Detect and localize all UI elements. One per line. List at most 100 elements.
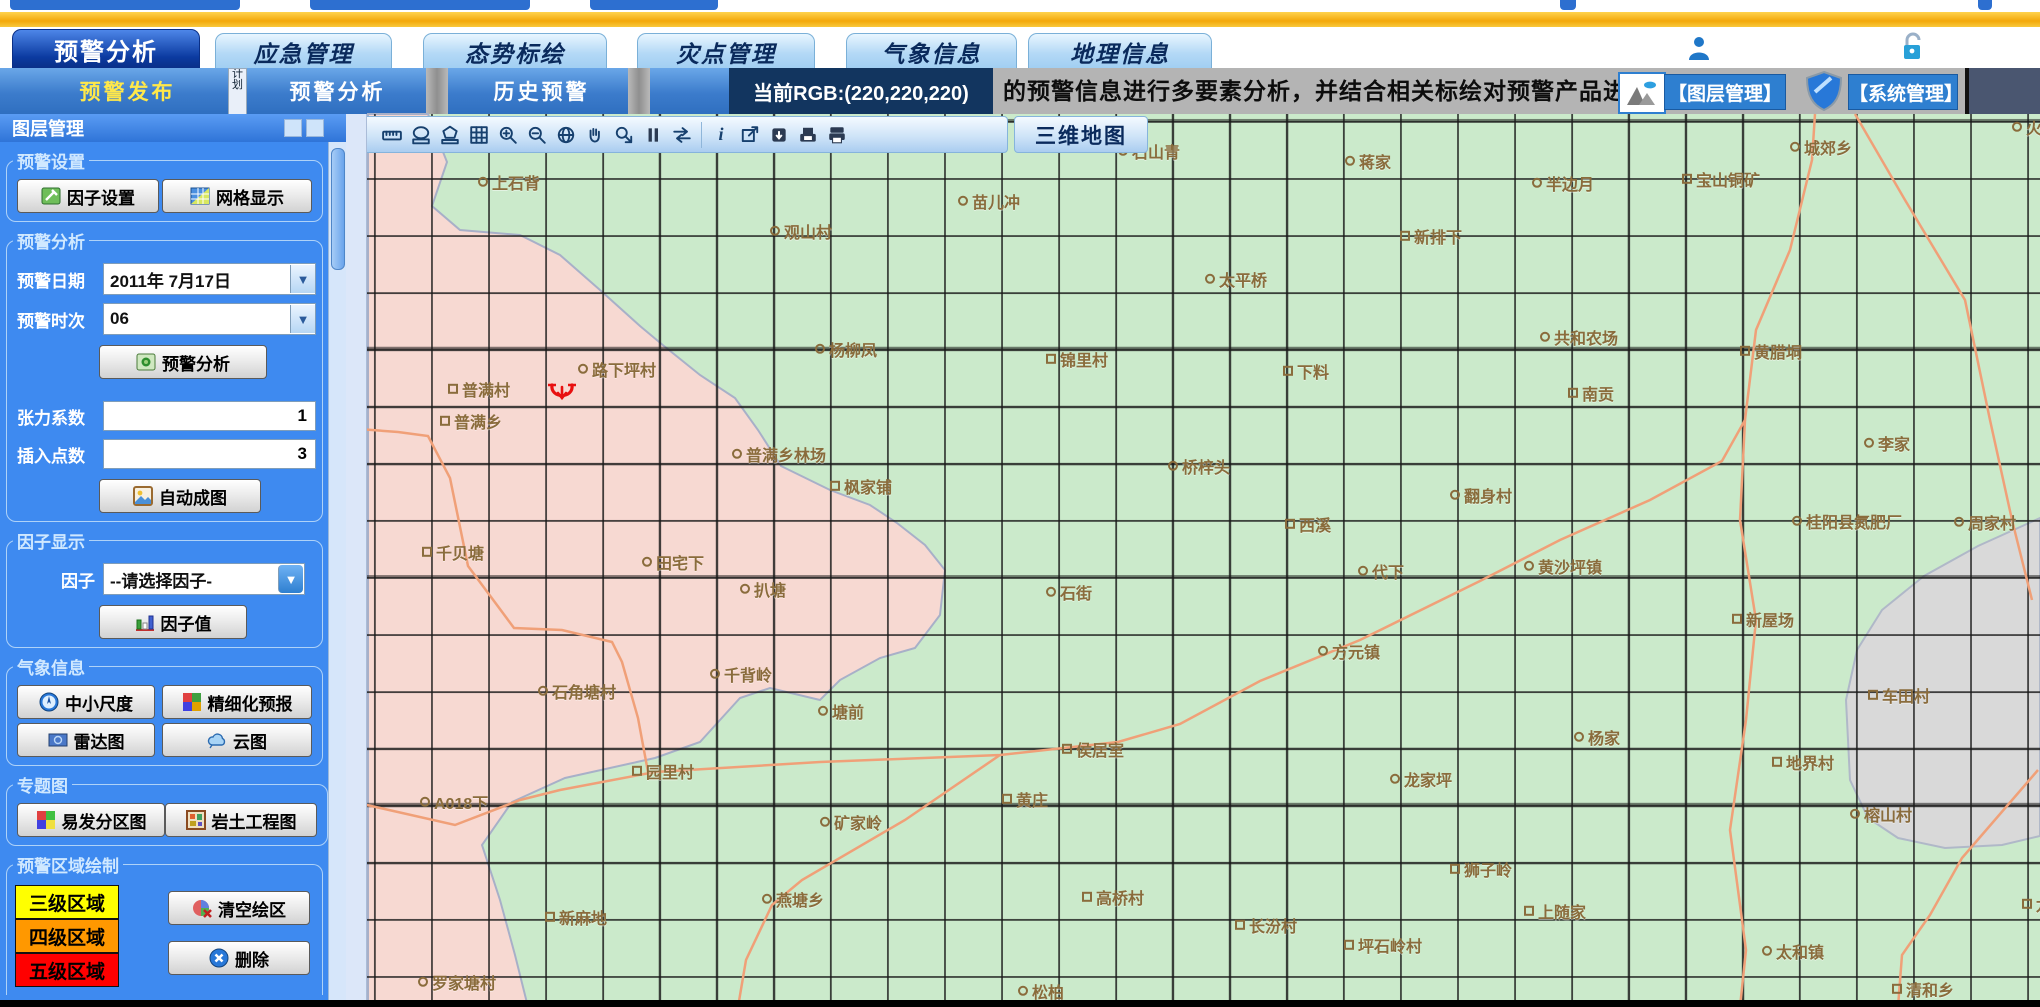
tab-geographic-info[interactable]: 地理信息	[1028, 33, 1212, 69]
subtab-history-warning[interactable]: 历史预警	[455, 68, 628, 114]
group-warning-analysis: 预警分析 预警日期 2011年 7月17日 ▼ 预警时次 06 ▼	[6, 228, 323, 522]
group-legend: 气象信息	[13, 654, 89, 679]
level5-region-swatch[interactable]: 五级区域	[15, 953, 119, 987]
zoom-selection-icon[interactable]	[611, 121, 637, 149]
measure-polygon-icon[interactable]	[437, 121, 463, 149]
refresh-swap-icon[interactable]	[669, 121, 695, 149]
current-rgb-readout: 当前RGB:(220,220,220)	[729, 68, 993, 114]
panel-button[interactable]	[284, 119, 302, 137]
tab-disaster-point-management[interactable]: 灾点管理	[637, 33, 815, 69]
fine-forecast-button[interactable]: 精细化预报	[162, 685, 312, 719]
pan-hand-icon[interactable]	[582, 121, 608, 149]
auto-plot-button[interactable]: 自动成图	[99, 479, 261, 513]
subtab-separator	[628, 68, 650, 114]
sidebar-title-bar: 图层管理	[0, 114, 346, 142]
panel-button[interactable]	[306, 119, 324, 137]
sidebar-scrollbar[interactable]	[328, 142, 346, 1002]
group-warning-region-draw: 预警区域绘制 三级区域 四级区域 五级区域 清空绘区	[6, 852, 323, 995]
landslide-warning-symbol	[547, 380, 577, 411]
warning-time-label: 预警时次	[17, 307, 103, 332]
compass-icon	[39, 692, 59, 712]
grid-display-icon	[190, 186, 210, 206]
layer-manager-icon[interactable]	[1618, 72, 1666, 114]
tab-warning-analysis[interactable]: 预警分析	[12, 29, 200, 69]
user-icon	[1684, 33, 1714, 63]
zoom-out-icon[interactable]	[524, 121, 550, 149]
radar-map-button[interactable]: 雷达图	[17, 723, 155, 757]
geotech-map-button[interactable]: 岩土工程图	[165, 803, 317, 837]
bar-chart-icon	[135, 612, 155, 632]
tension-coefficient-input[interactable]: 1	[103, 401, 316, 431]
system-shield-icon[interactable]	[1801, 69, 1847, 113]
grid-display-button[interactable]: 网格显示	[162, 179, 312, 213]
tab-situation-plotting[interactable]: 态势标绘	[423, 33, 607, 69]
map-3d-button[interactable]: 三维地图	[1014, 116, 1148, 153]
subtab-warning-publish[interactable]: 预警发布	[30, 68, 225, 114]
bottom-edge-bar	[0, 1000, 2040, 1007]
full-extent-globe-icon[interactable]	[553, 121, 579, 149]
geotech-map-icon	[186, 810, 206, 830]
window-top-fragment	[1560, 0, 1576, 10]
insert-points-input[interactable]: 3	[103, 439, 316, 469]
chevron-down-icon[interactable]: ▼	[290, 305, 315, 333]
tension-coefficient-label: 张力系数	[17, 404, 103, 429]
collapsed-panel-fragment[interactable]: 计划	[228, 68, 247, 116]
factor-settings-button[interactable]: 因子设置	[17, 179, 159, 213]
scrollbar-thumb[interactable]	[331, 148, 345, 270]
export-icon[interactable]	[737, 121, 763, 149]
system-manager-button[interactable]: 【系统管理】	[1848, 74, 1958, 110]
ticker-strip: 的预警信息进行多要素分析，并结合相关标绘对预警产品进行编 【图层管理】 【系统管…	[993, 68, 1965, 114]
radar-icon	[48, 730, 68, 750]
tab-meteorological-info[interactable]: 气象信息	[846, 33, 1017, 69]
group-weather-info: 气象信息 中小尺度 精细化预报 雷达图	[6, 654, 323, 766]
group-factor-display: 因子显示 因子 --请选择因子- ▼ 因子值	[6, 528, 323, 648]
map-toolbar: i	[358, 116, 1008, 153]
chevron-down-icon[interactable]: ▼	[278, 565, 303, 593]
save-image-icon[interactable]	[795, 121, 821, 149]
grid-icon[interactable]	[466, 121, 492, 149]
chevron-down-icon[interactable]: ▼	[290, 265, 315, 293]
download-icon[interactable]	[766, 121, 792, 149]
identify-info-icon[interactable]: i	[708, 121, 734, 149]
window-top-fragment	[1978, 0, 1992, 10]
run-warning-analysis-button[interactable]: 预警分析	[99, 345, 267, 379]
panel-splitter-strip[interactable]	[346, 114, 367, 1007]
unlock-icon	[1896, 31, 1930, 63]
level4-region-swatch[interactable]: 四级区域	[15, 919, 119, 953]
susceptibility-zoning-button[interactable]: 易发分区图	[17, 803, 165, 837]
pause-icon[interactable]	[640, 121, 666, 149]
measure-distance-icon[interactable]	[379, 121, 405, 149]
cloud-icon	[207, 730, 227, 750]
print-icon[interactable]	[824, 121, 850, 149]
tab-emergency-management[interactable]: 应急管理	[215, 33, 392, 69]
cloud-map-button[interactable]: 云图	[162, 723, 312, 757]
delete-icon	[209, 948, 229, 968]
group-legend: 专题图	[13, 772, 72, 797]
window-top-strip	[0, 0, 2040, 12]
warning-level-legend: 三级区域 四级区域 五级区域	[15, 885, 119, 987]
main-tab-bar: 预警分析 应急管理 态势标绘 灾点管理 气象信息 地理信息 欢迎登录 【注销】	[0, 27, 2040, 68]
delete-region-button[interactable]: 删除	[168, 941, 310, 975]
subtab-warning-analysis[interactable]: 预警分析	[250, 68, 425, 114]
clear-drawn-region-button[interactable]: 清空绘区	[168, 891, 310, 925]
group-legend: 预警区域绘制	[13, 852, 123, 877]
warning-time-select[interactable]: 06 ▼	[103, 303, 316, 335]
layer-manager-button[interactable]: 【图层管理】	[1664, 74, 1786, 110]
sidebar-title: 图层管理	[12, 115, 84, 141]
warning-date-select[interactable]: 2011年 7月17日 ▼	[103, 263, 316, 295]
measure-ellipse-icon[interactable]	[408, 121, 434, 149]
factor-settings-icon	[41, 186, 61, 206]
group-legend: 因子显示	[13, 528, 89, 553]
layer-manager-panel: 图层管理 预警设置 因子设置 网格显示	[0, 114, 346, 1002]
sub-tab-bar: 预警发布 计划 预警分析 历史预警 当前RGB:(220,220,220) 的预…	[0, 68, 2040, 114]
level3-region-swatch[interactable]: 三级区域	[15, 885, 119, 919]
factor-select[interactable]: --请选择因子- ▼	[103, 563, 305, 595]
insert-points-label: 插入点数	[17, 442, 103, 467]
map-canvas[interactable]	[366, 114, 2040, 1000]
factor-value-button[interactable]: 因子值	[99, 605, 247, 639]
window-top-fragment	[310, 0, 530, 10]
sidebar-body: 预警设置 因子设置 网格显示 预警分析 预警日期	[0, 142, 329, 995]
zoom-in-icon[interactable]	[495, 121, 521, 149]
mesoscale-button[interactable]: 中小尺度	[17, 685, 155, 719]
ticker-text: 的预警信息进行多要素分析，并结合相关标绘对预警产品进行编	[1003, 68, 1675, 114]
